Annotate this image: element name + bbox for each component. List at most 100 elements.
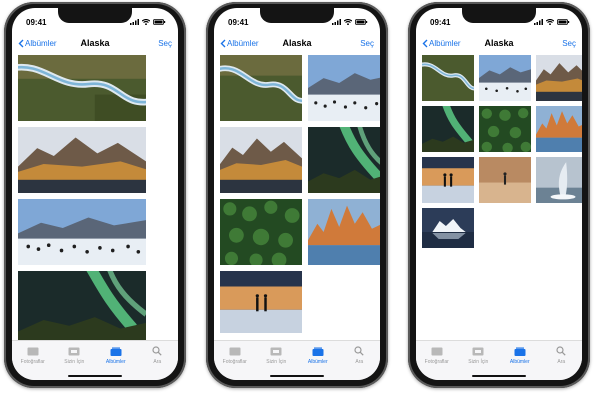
photo-couple-sunset[interactable] — [422, 157, 474, 203]
albums-icon — [110, 347, 122, 356]
photo-aurora[interactable] — [422, 106, 474, 152]
whale-image — [536, 157, 582, 203]
mountain-image — [18, 127, 146, 193]
battery-icon — [355, 19, 368, 25]
tab-photos[interactable]: Fotoğraflar — [214, 345, 256, 380]
river-aerial-image — [220, 55, 302, 121]
home-indicator — [270, 375, 324, 377]
tab-label: Ara — [557, 359, 566, 365]
photo-penguin-colony[interactable] — [308, 55, 380, 121]
albums-icon — [312, 347, 324, 356]
back-label: Albümler — [25, 38, 57, 48]
forest-image — [220, 199, 302, 265]
select-button[interactable]: Seç — [158, 39, 172, 48]
tab-label: Sizin İçin — [468, 359, 489, 365]
penguins-image — [479, 55, 531, 101]
back-button[interactable]: Albümler — [18, 39, 57, 48]
tab-bar: Fotoğraflar Sizin İçin Albümler Ara — [416, 340, 582, 380]
tab-bar: Fotoğraflar Sizin İçin Albümler Ara — [12, 340, 178, 380]
photo-breaching-whale[interactable] — [536, 157, 582, 203]
phone-mockup-two-columns: 09:41 Albümler Alaska Seç Fotoğraflar Si… — [206, 2, 388, 388]
chevron-left-icon — [18, 39, 24, 47]
iceberg-image — [422, 208, 474, 248]
notch — [58, 8, 132, 23]
tab-label: Fotoğraflar — [222, 359, 247, 365]
albums-icon — [514, 347, 526, 356]
photo-jagged-peaks[interactable] — [308, 199, 380, 265]
navigation-bar: Albümler Alaska Seç — [214, 34, 380, 52]
back-button[interactable]: Albümler — [422, 39, 461, 48]
home-indicator — [68, 375, 122, 377]
search-icon — [152, 346, 162, 356]
photo-braided-river[interactable] — [18, 55, 146, 121]
photo-forest-canopy[interactable] — [220, 199, 302, 265]
notch — [462, 8, 536, 23]
photo-aurora[interactable] — [308, 127, 380, 193]
couple-image — [220, 271, 302, 333]
phone-screen: 09:41 Albümler Alaska Seç Fotoğraflar Si… — [12, 8, 178, 380]
aurora-image — [308, 127, 380, 193]
photo-mountain-sunset[interactable] — [220, 127, 302, 193]
tab-label: Ara — [153, 359, 162, 365]
photo-braided-river[interactable] — [422, 55, 474, 101]
peaks-image — [536, 106, 582, 152]
wifi-icon — [546, 19, 554, 25]
peaks-image — [308, 199, 380, 265]
penguins-image — [18, 199, 146, 265]
status-time: 09:41 — [228, 17, 249, 27]
photo-braided-river[interactable] — [220, 55, 302, 121]
back-button[interactable]: Albümler — [220, 39, 259, 48]
tab-search[interactable]: Ara — [137, 345, 179, 380]
battery-icon — [153, 19, 166, 25]
select-button[interactable]: Seç — [562, 39, 576, 48]
for-you-icon — [270, 347, 282, 355]
photo-aurora[interactable] — [18, 271, 146, 343]
aurora-image — [422, 106, 474, 152]
search-icon — [556, 346, 566, 356]
select-button[interactable]: Seç — [360, 39, 374, 48]
back-label: Albümler — [227, 38, 259, 48]
for-you-icon — [68, 347, 80, 355]
tab-label: Albümler — [105, 359, 126, 365]
tab-photos[interactable]: Fotoğraflar — [416, 345, 458, 380]
tab-search[interactable]: Ara — [541, 345, 583, 380]
tab-label: Ara — [355, 359, 364, 365]
tab-photos[interactable]: Fotoğraflar — [12, 345, 54, 380]
tab-label: Sizin İçin — [266, 359, 287, 365]
river-aerial-image — [422, 55, 474, 101]
forest-image — [479, 106, 531, 152]
notch — [260, 8, 334, 23]
photos-icon — [229, 347, 241, 355]
phone-screen: 09:41 Albümler Alaska Seç Fotoğraflar Si… — [214, 8, 380, 380]
tab-label: Fotoğraflar — [20, 359, 45, 365]
navigation-bar: Albümler Alaska Seç — [416, 34, 582, 52]
river-aerial-image — [18, 55, 146, 121]
photo-iceberg-lagoon[interactable] — [422, 208, 474, 248]
wifi-icon — [344, 19, 352, 25]
desert-figure-image — [479, 157, 531, 203]
phone-mockup-one-column: 09:41 Albümler Alaska Seç Fotoğraflar Si… — [4, 2, 186, 388]
photo-couple-sunset[interactable] — [220, 271, 302, 333]
photos-icon — [431, 347, 443, 355]
tab-search[interactable]: Ara — [339, 345, 381, 380]
photos-icon — [27, 347, 39, 355]
back-label: Albümler — [429, 38, 461, 48]
photo-penguin-colony[interactable] — [18, 199, 146, 265]
chevron-left-icon — [220, 39, 226, 47]
couple-image — [422, 157, 474, 203]
chevron-left-icon — [422, 39, 428, 47]
phone-screen: 09:41 Albümler Alaska Seç Fotoğraflar Si… — [416, 8, 582, 380]
photo-lone-figure[interactable] — [479, 157, 531, 203]
home-indicator — [472, 375, 526, 377]
for-you-icon — [472, 347, 484, 355]
mountain-image — [536, 55, 582, 101]
photo-jagged-peaks[interactable] — [536, 106, 582, 152]
signal-icon — [534, 19, 543, 25]
photo-penguin-colony[interactable] — [479, 55, 531, 101]
photo-mountain-sunset[interactable] — [18, 127, 146, 193]
tab-label: Albümler — [307, 359, 328, 365]
photo-forest-canopy[interactable] — [479, 106, 531, 152]
photo-mountain-sunset[interactable] — [536, 55, 582, 101]
status-time: 09:41 — [430, 17, 451, 27]
battery-icon — [557, 19, 570, 25]
